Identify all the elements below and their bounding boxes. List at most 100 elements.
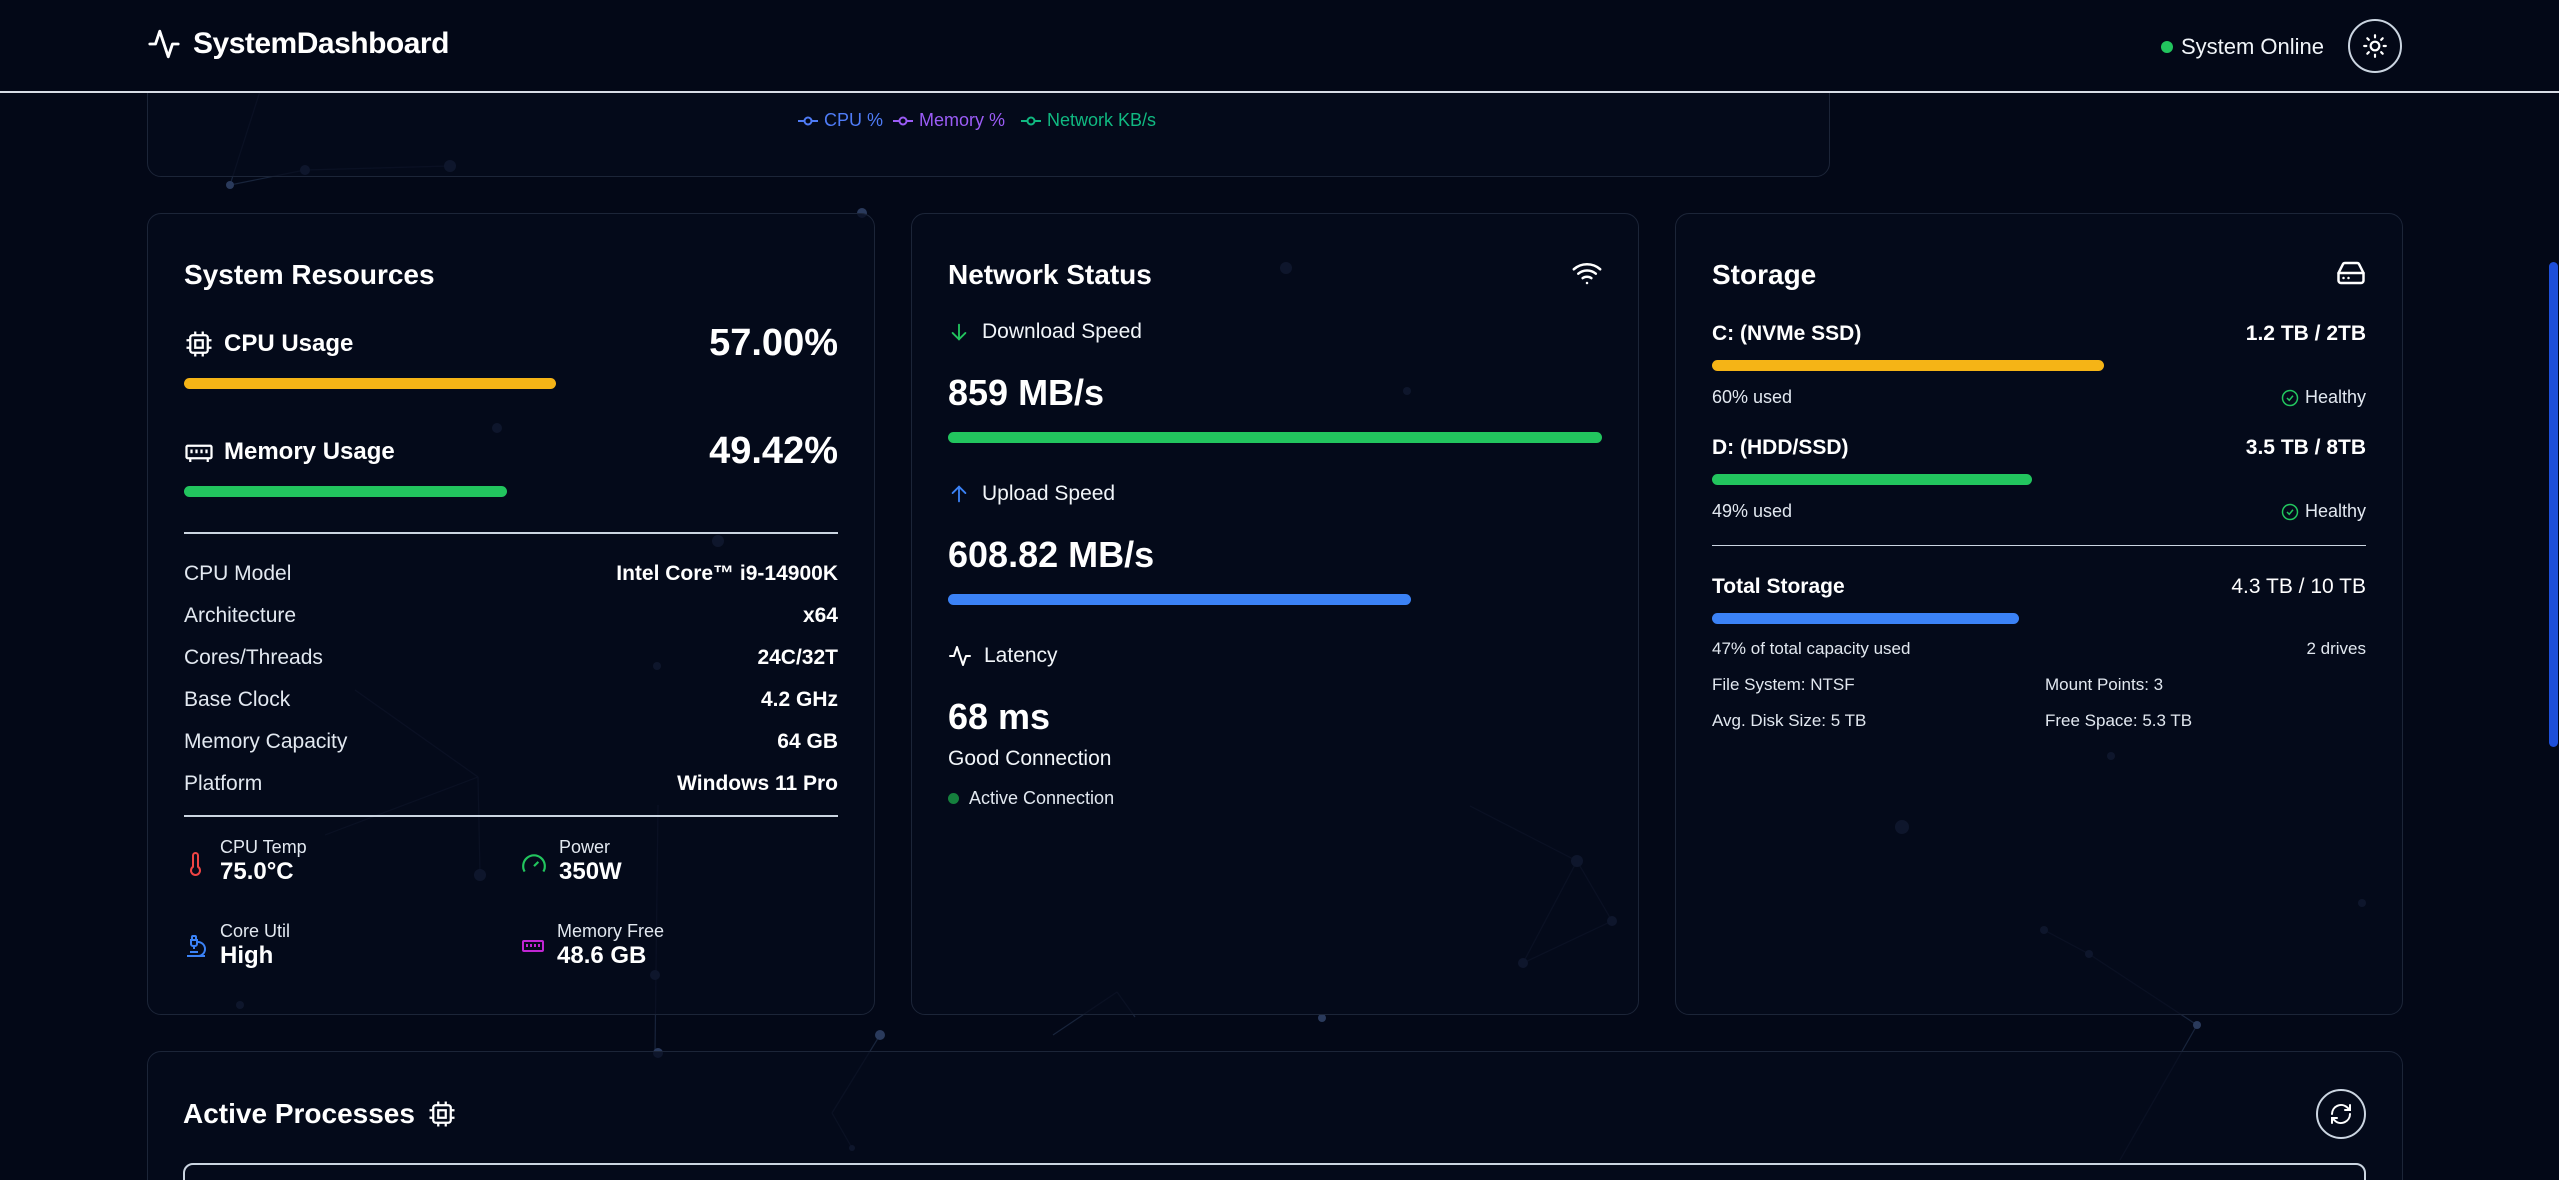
latency-label-text: Latency [984,644,1058,667]
legend-line-icon [1021,116,1042,125]
legend-label: Memory % [919,110,1006,130]
legend-item-cpu[interactable]: CPU % [798,110,883,131]
card-title: Network Status [948,259,1152,290]
spec-row-memory-capacity: Memory Capacity 64 GB [184,730,838,753]
memory-free-stat: Memory Free 48.6 GB [521,921,664,971]
connection-dot-icon [948,793,959,804]
drive-status-text: Healthy [2304,501,2366,521]
drive-used: 60% used [1712,387,1793,407]
drive-used: 49% used [1712,501,1793,521]
processes-title-text: Active Processes [183,1098,415,1129]
power-value: 350W [559,858,622,885]
cpu-temp-stat: CPU Temp 75.0°C [184,837,307,887]
download-bar [948,432,1602,443]
divider [184,815,838,817]
download-label-text: Download Speed [982,320,1142,343]
microscope-icon [187,935,206,957]
legend-label: Network KB/s [1047,110,1157,130]
drive-status-text: Healthy [2304,387,2366,407]
drive-c-header: C: (NVMe SSD) 1.2 TB / 2TB [1712,322,2366,346]
legend-line-icon [798,116,818,125]
network-status-card: Network Status Download Speed 859 MB/s U… [911,213,1639,1015]
theme-toggle-button[interactable] [2348,19,2402,73]
drive-capacity: 1.2 TB / 2TB [2245,322,2366,345]
spec-row-cpu-model: CPU Model Intel Core™ i9-14900K [184,562,838,585]
spec-row-architecture: Architecture x64 [184,604,838,627]
core-util-stat: Core Util High [184,921,290,971]
drive-status: Healthy [2281,501,2366,522]
upload-label: Upload Speed [948,482,1115,506]
check-circle-icon [2281,503,2299,520]
drive-name: C: (NVMe SSD) [1712,322,1862,345]
core-util-value: High [220,942,274,969]
app-logo[interactable]: SystemDashboard [147,27,449,61]
latency-label: Latency [948,644,1058,668]
free-space-info: Free Space: 5.3 TB [2045,711,2193,730]
drive-capacity: 3.5 TB / 8TB [2245,436,2366,459]
cpu-icon [186,331,212,357]
drive-status: Healthy [2281,387,2366,408]
wifi-icon [1572,263,1602,285]
cpu-temp-label: CPU Temp [220,837,307,857]
total-storage-value: 4.3 TB / 10 TB [2231,575,2366,598]
core-util-label: Core Util [220,921,291,941]
legend-label: CPU % [824,110,884,130]
total-storage-details: 47% of total capacity used 2 drives [1712,639,2366,659]
cpu-usage-value: 57.00% [709,322,838,364]
legend-item-memory[interactable]: Memory % [893,110,1005,131]
card-title: Storage [1712,259,1817,290]
total-storage-bar [1712,613,2019,624]
sun-icon [2363,34,2387,58]
drive-name: D: (HDD/SSD) [1712,436,1849,459]
storage-card: Storage C: (NVMe SSD) 1.2 TB / 2TB 60% u… [1675,213,2403,1015]
cpu-usage-bar [184,378,556,389]
hard-drive-icon [2337,261,2365,285]
system-resources-card: System Resources CPU Usage 57.00% Memory… [147,213,875,1015]
refresh-icon [2331,1104,2351,1124]
power-stat: Power 350W [521,837,622,887]
drive-d-bar [1712,474,2032,485]
memory-free-value: 48.6 GB [557,942,647,969]
status-dot-icon [2160,41,2173,53]
cpu-icon [429,1101,455,1127]
card-title: System Resources [184,259,435,290]
drive-count: 2 drives [2306,639,2366,658]
memory-usage-text: Memory Usage [224,438,395,465]
drive-d-header: D: (HDD/SSD) 3.5 TB / 8TB [1712,436,2366,460]
download-label: Download Speed [948,320,1142,344]
arrow-up-icon [951,485,967,503]
upload-speed-value: 608.82 MB/s [948,534,1155,575]
app-title: SystemDashboard [193,27,449,60]
memory-icon [185,444,213,462]
spec-row-platform: Platform Windows 11 Pro [184,772,838,795]
divider [1712,545,2366,546]
status-text: System Online [2180,34,2324,59]
spec-row-base-clock: Base Clock 4.2 GHz [184,688,838,711]
memory-icon [522,940,544,952]
active-processes-card [147,1051,2403,1180]
legend-item-network[interactable]: Network KB/s [1021,110,1156,131]
top-header: SystemDashboard System Online [0,0,2559,93]
active-connection-text: Active Connection [969,788,1115,808]
total-capacity-caption: 47% of total capacity used [1712,639,1911,658]
power-label: Power [559,837,611,857]
drive-d-details: 49% used Healthy [1712,501,2366,522]
legend-line-icon [893,116,914,125]
cpu-temp-value: 75.0°C [220,858,294,885]
refresh-button[interactable] [2316,1089,2366,1139]
activity-icon [949,646,971,666]
memory-usage-label: Memory Usage [184,437,395,467]
file-system-info: File System: NTSF [1712,675,1855,694]
spec-row-cores-threads: Cores/Threads 24C/32T [184,646,838,669]
cpu-usage-label: CPU Usage [184,329,353,359]
cpu-usage-text: CPU Usage [224,330,354,357]
arrow-down-icon [951,323,967,341]
connection-quality: Good Connection [948,747,1112,770]
latency-value: 68 ms [948,696,1051,737]
check-circle-icon [2281,389,2299,406]
active-connection: Active Connection [948,788,1114,809]
memory-usage-value: 49.42% [709,430,838,472]
page-scrollbar[interactable] [2549,262,2558,747]
total-storage-label: Total Storage [1712,575,1845,598]
drive-c-bar [1712,360,2104,371]
